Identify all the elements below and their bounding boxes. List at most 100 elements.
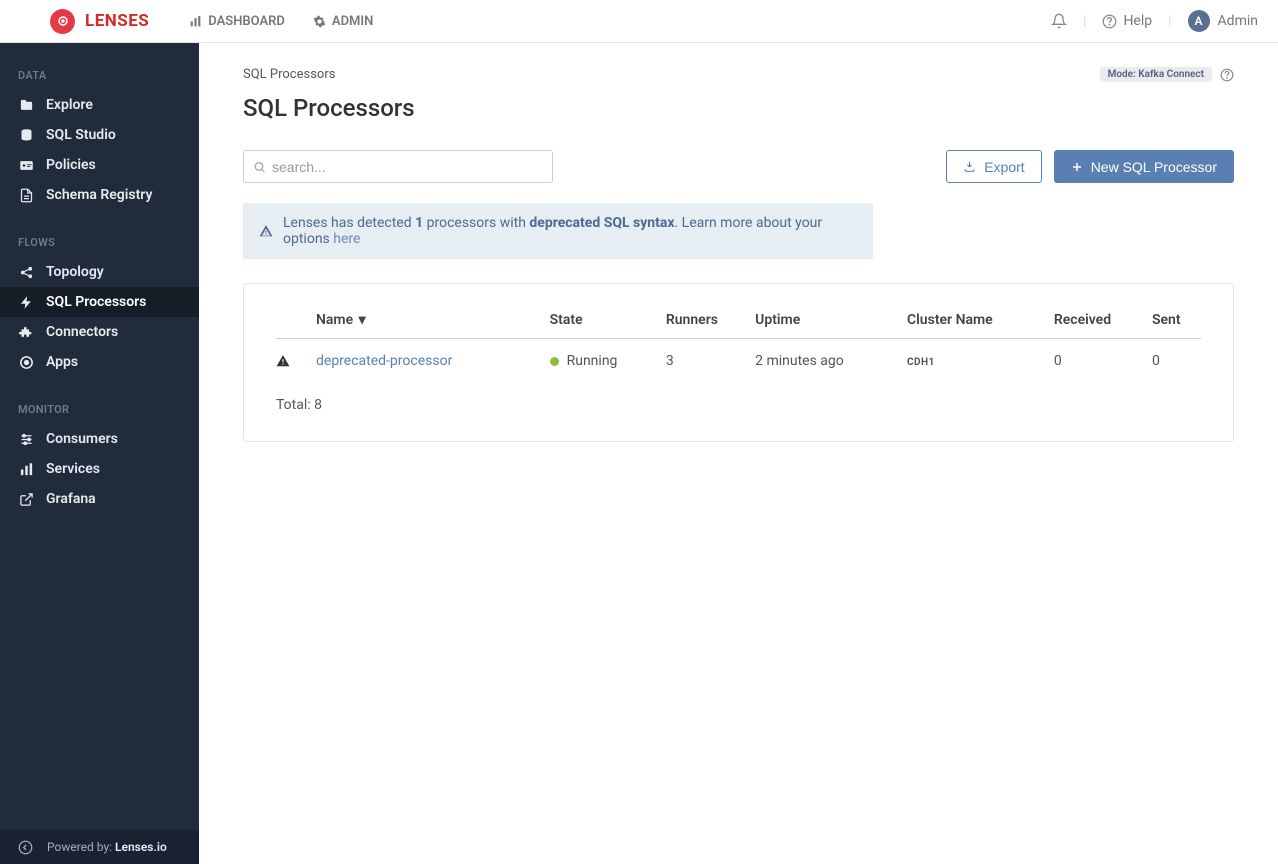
col-name[interactable]: Name ▾ xyxy=(316,312,550,339)
sidebar-item-apps[interactable]: Apps xyxy=(0,347,199,377)
divider: | xyxy=(1083,13,1086,29)
help-icon xyxy=(1102,14,1117,29)
bell-icon[interactable] xyxy=(1051,13,1067,29)
bar-chart-icon xyxy=(189,15,202,28)
export-button-label: Export xyxy=(984,159,1024,175)
file-icon xyxy=(18,188,34,203)
database-icon xyxy=(18,128,34,143)
cell-received: 0 xyxy=(1054,339,1152,384)
powered-by-value[interactable]: Lenses.io xyxy=(115,840,167,854)
toolbar: Export New SQL Processor xyxy=(243,150,1234,183)
sidebar-item-sql-processors[interactable]: SQL Processors xyxy=(0,287,199,317)
cell-runners: 3 xyxy=(666,339,755,384)
sidebar-item-consumers[interactable]: Consumers xyxy=(0,424,199,454)
user-name-label: Admin xyxy=(1218,13,1258,29)
header-right: | Help | A Admin xyxy=(1051,10,1258,32)
page-title: SQL Processors xyxy=(243,94,1234,122)
brand-logo[interactable]: LENSES xyxy=(50,9,149,34)
breadcrumb: SQL Processors xyxy=(243,67,335,82)
sidebar-footer: Powered by: Lenses.io xyxy=(0,830,199,864)
col-uptime[interactable]: Uptime xyxy=(755,312,907,339)
main-content: SQL Processors Mode: Kafka Connect SQL P… xyxy=(199,43,1278,864)
sidebar: DATA Explore SQL Studio Policies Schema … xyxy=(0,43,199,864)
state-dot-icon xyxy=(550,357,559,366)
nav-dashboard[interactable]: DASHBOARD xyxy=(189,14,285,29)
breadcrumb-row: SQL Processors Mode: Kafka Connect xyxy=(243,67,1234,82)
sidebar-item-services[interactable]: Services xyxy=(0,454,199,484)
table-row: deprecated-processor Running 3 2 minutes… xyxy=(276,339,1201,384)
sidebar-item-label: Topology xyxy=(46,264,104,280)
bar-chart-icon xyxy=(18,462,34,477)
search-icon xyxy=(253,160,266,173)
processor-name-link[interactable]: deprecated-processor xyxy=(316,353,452,369)
col-sent[interactable]: Sent xyxy=(1152,312,1201,339)
total-value: 8 xyxy=(314,397,322,413)
sidebar-item-label: Policies xyxy=(46,157,96,173)
sidebar-section-flows: FLOWS xyxy=(0,228,199,257)
deprecation-alert: Lenses has detected 1 processors with de… xyxy=(243,203,873,259)
state-cell: Running xyxy=(550,353,666,369)
sidebar-item-topology[interactable]: Topology xyxy=(0,257,199,287)
cell-uptime: 2 minutes ago xyxy=(755,339,907,384)
id-card-icon xyxy=(18,158,34,173)
col-received[interactable]: Received xyxy=(1054,312,1152,339)
collapse-icon[interactable] xyxy=(18,840,33,855)
nav-admin-label: ADMIN xyxy=(332,14,373,29)
sidebar-item-connectors[interactable]: Connectors xyxy=(0,317,199,347)
state-label: Running xyxy=(567,353,618,369)
sidebar-item-label: Schema Registry xyxy=(46,187,152,203)
toolbar-buttons: Export New SQL Processor xyxy=(946,150,1234,183)
export-button[interactable]: Export xyxy=(946,150,1041,183)
sidebar-item-explore[interactable]: Explore xyxy=(0,90,199,120)
caret-down-icon: ▾ xyxy=(359,312,366,328)
bolt-icon xyxy=(18,295,34,310)
sidebar-item-sql-studio[interactable]: SQL Studio xyxy=(0,120,199,150)
sidebar-item-policies[interactable]: Policies xyxy=(0,150,199,180)
cell-sent: 0 xyxy=(1152,339,1201,384)
divider: | xyxy=(1168,13,1171,29)
sidebar-item-label: SQL Processors xyxy=(46,294,146,310)
new-processor-button[interactable]: New SQL Processor xyxy=(1054,150,1234,183)
logo-mark-icon xyxy=(50,9,75,34)
sidebar-item-label: Grafana xyxy=(46,491,96,507)
folder-icon xyxy=(18,98,34,113)
help-link[interactable]: Help xyxy=(1102,13,1152,29)
body-wrap: DATA Explore SQL Studio Policies Schema … xyxy=(0,43,1278,864)
download-icon xyxy=(963,160,976,173)
avatar: A xyxy=(1188,10,1210,32)
brand-name: LENSES xyxy=(85,11,149,31)
mode-badge: Mode: Kafka Connect xyxy=(1100,67,1212,82)
powered-by-label: Powered by: xyxy=(47,840,115,854)
alert-link[interactable]: here xyxy=(333,231,360,247)
share-icon xyxy=(18,265,34,280)
col-state[interactable]: State xyxy=(550,312,666,339)
sidebar-item-label: SQL Studio xyxy=(46,127,116,143)
total-row: Total: 8 xyxy=(276,383,1201,413)
nav-admin[interactable]: ADMIN xyxy=(313,14,373,29)
powered-by: Powered by: Lenses.io xyxy=(47,840,167,854)
sidebar-item-grafana[interactable]: Grafana xyxy=(0,484,199,514)
plus-icon xyxy=(1071,161,1083,173)
top-nav: DASHBOARD ADMIN xyxy=(189,14,373,29)
help-icon[interactable] xyxy=(1220,68,1234,82)
col-cluster[interactable]: Cluster Name xyxy=(907,312,1054,339)
external-link-icon xyxy=(18,492,34,507)
warning-icon xyxy=(259,224,273,238)
user-menu[interactable]: A Admin xyxy=(1188,10,1258,32)
target-icon xyxy=(18,355,34,370)
sidebar-item-label: Services xyxy=(46,461,100,477)
new-processor-button-label: New SQL Processor xyxy=(1091,159,1217,175)
gear-icon xyxy=(313,15,326,28)
top-header: LENSES DASHBOARD ADMIN | Help | A xyxy=(0,0,1278,43)
sidebar-item-schema-registry[interactable]: Schema Registry xyxy=(0,180,199,210)
sidebar-section-data: DATA xyxy=(0,61,199,90)
processors-table: Name ▾ State Runners Uptime Cluster Name… xyxy=(276,312,1201,383)
nav-dashboard-label: DASHBOARD xyxy=(208,14,285,29)
total-label: Total: xyxy=(276,397,314,413)
help-label: Help xyxy=(1123,13,1152,29)
sidebar-item-label: Apps xyxy=(46,354,78,370)
sliders-icon xyxy=(18,432,34,447)
search-input[interactable] xyxy=(243,150,553,183)
col-runners[interactable]: Runners xyxy=(666,312,755,339)
sidebar-item-label: Explore xyxy=(46,97,93,113)
